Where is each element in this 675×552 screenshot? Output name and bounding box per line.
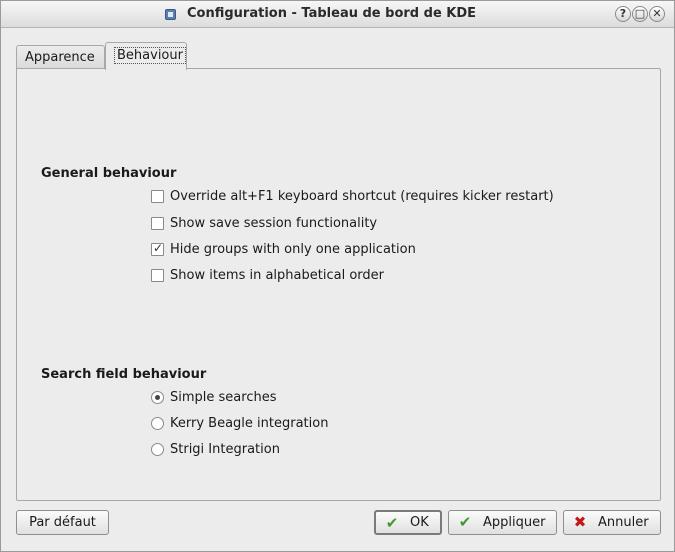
app-icon[interactable] — [165, 9, 176, 20]
option-label: Override alt+F1 keyboard shortcut (requi… — [170, 189, 554, 204]
tab-panel — [16, 68, 661, 501]
tab-behaviour[interactable]: Behaviour — [105, 42, 187, 70]
button-label: OK — [410, 515, 429, 530]
defaults-button[interactable]: Par défaut — [16, 510, 109, 535]
tab-apparence[interactable]: Apparence — [16, 45, 105, 69]
option-label: Kerry Beagle integration — [170, 416, 329, 431]
help-icon[interactable]: ? — [615, 6, 631, 22]
tab-label: Behaviour — [114, 47, 186, 64]
option-label: Simple searches — [170, 390, 277, 405]
checkbox[interactable] — [151, 190, 164, 203]
checkbox[interactable] — [151, 217, 164, 230]
checkbox[interactable] — [151, 241, 164, 256]
option-label: Hide groups with only one application — [170, 242, 416, 257]
maximize-icon[interactable]: □ — [632, 6, 648, 22]
tab-label: Apparence — [25, 50, 95, 65]
close-icon[interactable]: ✕ — [649, 6, 665, 22]
window-title: Configuration - Tableau de bord de KDE — [187, 6, 477, 21]
option-label: Strigi Integration — [170, 442, 280, 457]
titlebar[interactable]: Configuration - Tableau de bord de KDE ?… — [1, 1, 674, 28]
radio-button[interactable] — [151, 391, 164, 404]
config-dialog: Configuration - Tableau de bord de KDE ?… — [0, 0, 675, 552]
apply-button[interactable]: ✔ Appliquer — [448, 510, 557, 535]
check-icon: ✔ — [385, 514, 399, 532]
button-label: Annuler — [598, 515, 649, 530]
cross-icon: ✖ — [573, 513, 587, 531]
check-icon: ✔ — [458, 513, 472, 531]
option-label: Show save session functionality — [170, 216, 378, 231]
button-label: Appliquer — [483, 515, 546, 530]
general-behaviour-heading: General behaviour — [41, 166, 177, 181]
checkbox[interactable] — [151, 269, 164, 282]
search-behaviour-heading: Search field behaviour — [41, 367, 207, 382]
button-label: Par défaut — [29, 515, 96, 530]
cancel-button[interactable]: ✖ Annuler — [563, 510, 661, 535]
option-label: Show items in alphabetical order — [170, 268, 384, 283]
radio-button[interactable] — [151, 443, 164, 456]
ok-button[interactable]: ✔ OK — [374, 510, 442, 535]
radio-button[interactable] — [151, 417, 164, 430]
